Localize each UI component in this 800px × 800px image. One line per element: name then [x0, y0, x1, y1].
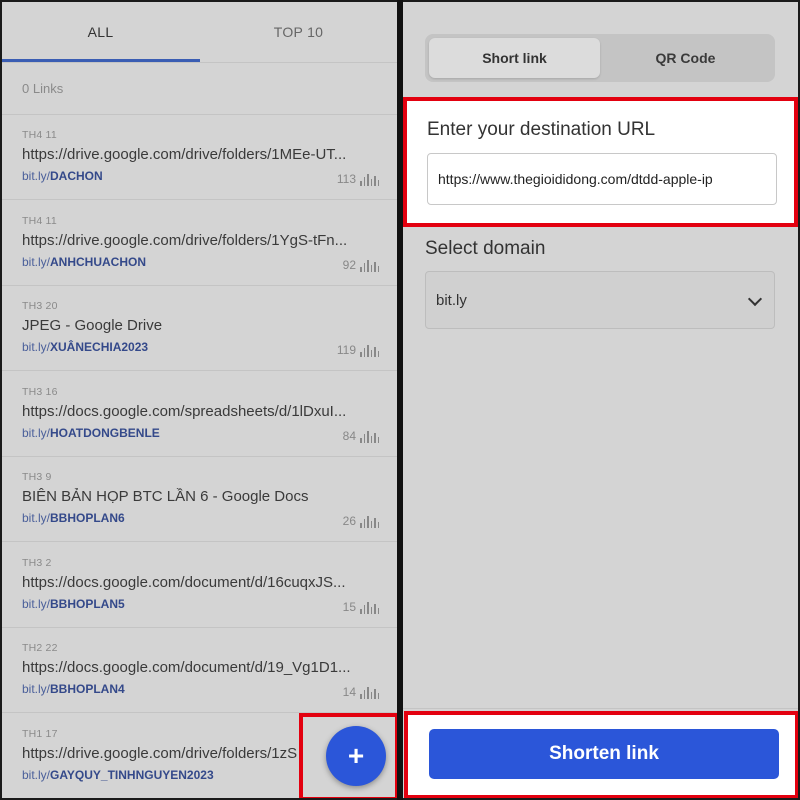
domain-select-value: bit.ly — [436, 291, 467, 309]
select-domain-label: Select domain — [425, 238, 546, 259]
link-date: TH2 22 — [22, 642, 58, 654]
link-list-item[interactable]: TH4 11 https://drive.google.com/drive/fol… — [2, 115, 397, 200]
stats-bars-icon — [360, 345, 379, 357]
short-link-prefix: bit.ly/ — [22, 767, 51, 782]
click-count-value: 84 — [342, 428, 356, 443]
link-title: https://docs.google.com/spreadsheets/d/1… — [22, 402, 347, 420]
divider — [403, 708, 798, 709]
destination-url-input[interactable]: https://www.thegioididong.com/dtdd-apple… — [427, 153, 777, 205]
links-panel: ALL TOP 10 0 Links TH4 11 https://drive.g… — [2, 2, 397, 798]
short-link-prefix: bit.ly/ — [22, 682, 51, 696]
links-count: 0 Links — [22, 81, 64, 96]
tab-top-10[interactable]: TOP 10 — [200, 2, 397, 62]
segment-qr-code[interactable]: QR Code — [600, 38, 771, 78]
add-link-button[interactable]: + — [326, 726, 386, 786]
link-list-item[interactable]: TH3 2 https://docs.google.com/document/d/… — [2, 543, 397, 628]
short-link[interactable]: bit.ly/BBHOPLAN5 — [22, 597, 125, 611]
stats-bars-icon — [360, 601, 379, 614]
link-date: TH4 11 — [22, 129, 57, 141]
short-link[interactable]: bit.ly/HOATDONGBENLE — [22, 426, 160, 440]
link-title: https://docs.google.com/document/d/16cuq… — [22, 573, 346, 591]
click-count: 15 — [343, 600, 379, 614]
short-link[interactable]: bit.ly/GAYQUY_TINHNGUYEN2023 — [22, 768, 214, 782]
short-link-prefix: bit.ly/ — [22, 511, 51, 525]
link-list-item[interactable]: TH4 11 https://drive.google.com/drive/fol… — [2, 201, 397, 286]
link-list-item[interactable]: TH2 22 https://docs.google.com/document/d… — [2, 628, 397, 713]
click-count: 119 — [337, 343, 379, 357]
link-title: BIÊN BẢN HỌP BTC LẦN 6 - Google Docs — [22, 488, 309, 505]
short-link-slug: BBHOPLAN4 — [50, 682, 125, 696]
short-link-prefix: bit.ly/ — [22, 169, 51, 183]
segment-short-link[interactable]: Short link — [429, 38, 600, 78]
link-list-item[interactable]: TH3 20 JPEG - Google Drive bit.ly/XUÂNECHI… — [2, 286, 397, 371]
shorten-link-button[interactable]: Shorten link — [429, 729, 779, 779]
link-date: TH1 17 — [22, 727, 58, 740]
short-link[interactable]: bit.ly/BBHOPLAN6 — [22, 511, 125, 525]
domain-select[interactable]: bit.ly — [425, 271, 775, 329]
stats-bars-icon — [360, 687, 379, 699]
click-count-value: 26 — [342, 514, 356, 528]
short-link-slug: XUÂNECHIA2023 — [50, 340, 149, 354]
link-title: JPEG - Google Drive — [22, 317, 163, 334]
chevron-down-icon — [747, 291, 763, 307]
highlight-box-url: Enter your destination URL https://www.t… — [403, 97, 798, 227]
link-date: TH3 16 — [22, 385, 58, 398]
click-count-value: 14 — [342, 685, 356, 699]
click-count: 84 — [343, 429, 379, 443]
divider — [2, 62, 397, 63]
mode-segmented-control: Short link QR Code — [425, 34, 775, 82]
short-link-slug: GAYQUY_TINHNGUYEN2023 — [50, 767, 214, 782]
short-link-slug: ANHCHUACHON — [50, 254, 147, 269]
short-link[interactable]: bit.ly/XUÂNECHIA2023 — [22, 340, 148, 354]
short-link-slug: BBHOPLAN6 — [50, 511, 125, 525]
click-count-value: 92 — [342, 257, 356, 272]
stats-bars-icon — [360, 174, 379, 186]
short-link-slug: BBHOPLAN5 — [50, 596, 125, 611]
link-list-item[interactable]: TH3 16 https://docs.google.com/spreadshee… — [2, 372, 397, 457]
short-link-slug: DACHON — [50, 169, 103, 183]
stats-bars-icon — [360, 430, 379, 443]
short-link[interactable]: bit.ly/DACHON — [22, 169, 103, 183]
link-date: TH3 20 — [22, 300, 58, 312]
short-link[interactable]: bit.ly/ANHCHUACHON — [22, 255, 146, 269]
stats-bars-icon — [360, 516, 379, 528]
link-date: TH4 11 — [22, 214, 57, 227]
click-count: 113 — [337, 172, 379, 186]
click-count: 92 — [343, 258, 379, 272]
click-count-value: 15 — [342, 599, 356, 614]
short-link-prefix: bit.ly/ — [22, 340, 51, 354]
short-link-slug: HOATDONGBENLE — [50, 425, 160, 440]
link-title: https://docs.google.com/document/d/19_Vg… — [22, 659, 351, 676]
link-list-item[interactable]: TH3 9 BIÊN BẢN HỌP BTC LẦN 6 - Google Doc… — [2, 457, 397, 542]
link-date: TH3 9 — [22, 471, 52, 483]
link-date: TH3 2 — [22, 556, 52, 569]
highlight-box-shorten: Shorten link — [404, 711, 798, 798]
tab-all[interactable]: ALL — [2, 2, 199, 62]
create-link-panel: Short link QR Code Enter your destinatio… — [403, 2, 798, 798]
click-count-value: 119 — [336, 343, 356, 357]
list-tabs: ALL TOP 10 — [2, 2, 397, 62]
screenshot-stage: ALL TOP 10 0 Links TH4 11 https://drive.g… — [0, 0, 800, 800]
short-link-prefix: bit.ly/ — [22, 425, 51, 440]
click-count-value: 113 — [336, 172, 356, 186]
link-title: https://drive.google.com/drive/folders/1… — [22, 146, 347, 163]
click-count: 26 — [343, 514, 379, 528]
short-link[interactable]: bit.ly/BBHOPLAN4 — [22, 682, 125, 696]
link-title: https://drive.google.com/drive/folders/1… — [22, 231, 348, 249]
short-link-prefix: bit.ly/ — [22, 254, 51, 269]
destination-url-label: Enter your destination URL — [427, 119, 656, 140]
click-count: 14 — [343, 685, 379, 699]
short-link-prefix: bit.ly/ — [22, 596, 51, 611]
stats-bars-icon — [360, 259, 379, 272]
